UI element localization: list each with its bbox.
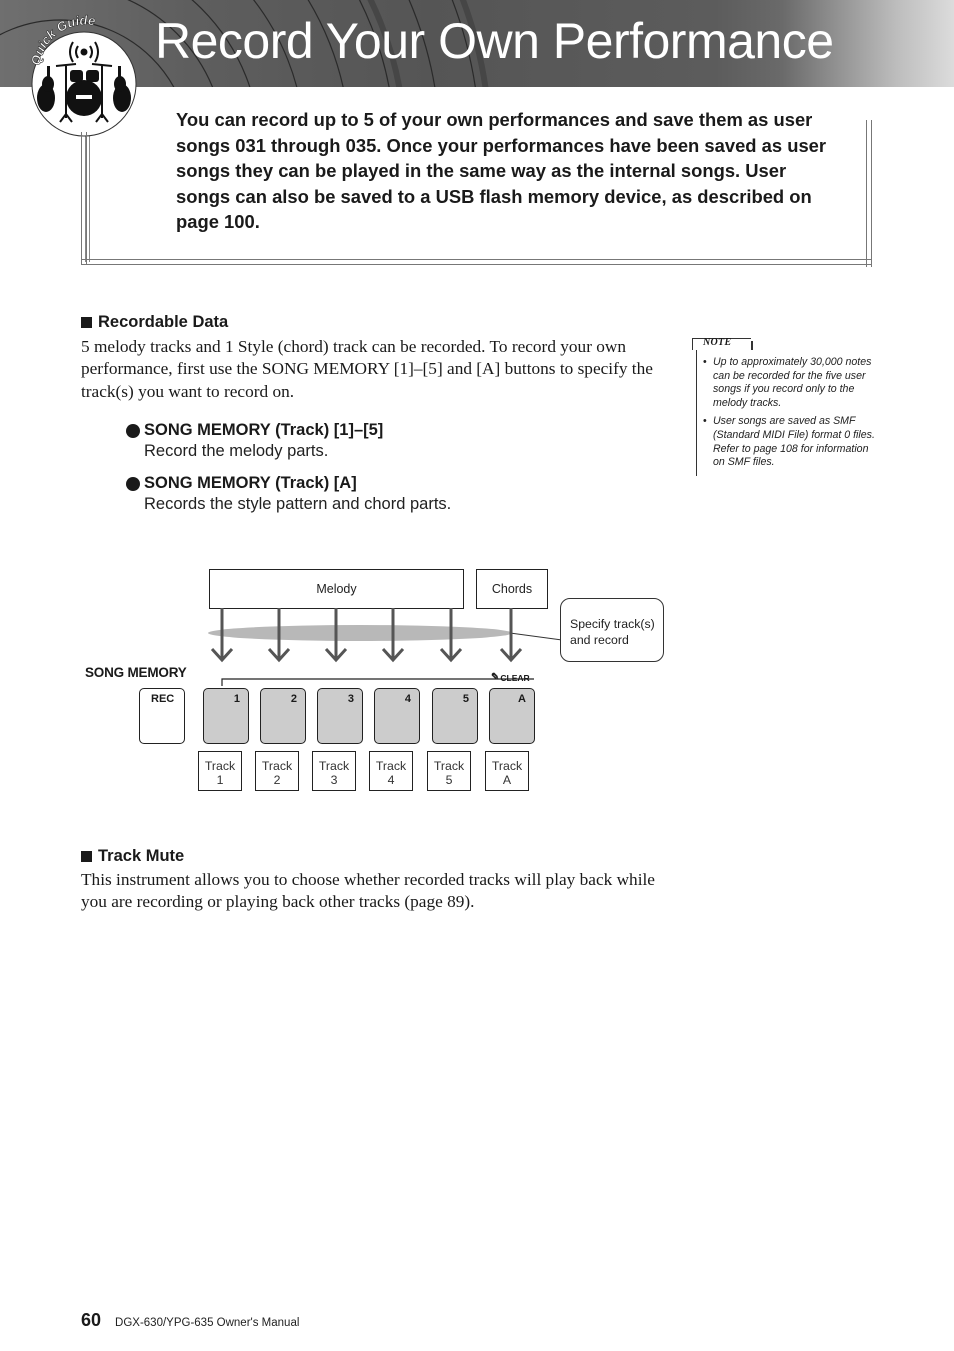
button-label: A <box>518 693 526 705</box>
song-memory-button-3[interactable]: 3 <box>317 688 363 744</box>
down-arrow-icon <box>439 608 463 663</box>
bullet-item: SONG MEMORY (Track) [A] Records the styl… <box>126 474 451 514</box>
track-label-line2: 5 <box>445 773 453 787</box>
section-heading-text: Recordable Data <box>98 313 229 331</box>
box-border-bottom <box>81 259 872 265</box>
chords-label: Chords <box>491 582 533 596</box>
bullet-description: Record the melody parts. <box>144 442 329 460</box>
clear-label: ✎ CLEAR <box>491 672 530 683</box>
note-item: Up to approximately 30,000 notes can be … <box>703 356 875 410</box>
circle-bullet-icon <box>126 476 140 491</box>
song-memory-button-1[interactable]: 1 <box>203 688 249 744</box>
bullet-item: SONG MEMORY (Track) [1]–[5] Record the m… <box>126 421 383 461</box>
square-bullet-icon <box>81 317 92 328</box>
section-heading-recordable-data: Recordable Data <box>81 313 228 332</box>
page-title: Record Your Own Performance <box>155 13 834 69</box>
section-heading-text: Track Mute <box>98 847 185 865</box>
bullet-title: SONG MEMORY (Track) [1]–[5] <box>144 421 384 439</box>
quick-guide-logo: Quick Guide <box>28 12 137 137</box>
selection-ellipse <box>208 625 512 641</box>
down-arrow-icon <box>381 608 405 663</box>
down-arrow-icon <box>210 608 234 663</box>
track-label-line1: Track <box>204 759 236 773</box>
track-label: Track 2 <box>255 751 299 791</box>
chords-box: Chords <box>476 569 548 609</box>
song-memory-button-5[interactable]: 5 <box>432 688 478 744</box>
song-memory-button-2[interactable]: 2 <box>260 688 306 744</box>
pencil-icon: ✎ <box>491 672 500 683</box>
button-label: 4 <box>404 693 411 705</box>
track-label: Track 3 <box>312 751 356 791</box>
section-heading-track-mute: Track Mute <box>81 847 184 866</box>
track-label-line2: 2 <box>273 773 281 787</box>
track-label: Track 4 <box>369 751 413 791</box>
page-footer: 60 DGX-630/YPG-635 Owner's Manual <box>81 1310 299 1331</box>
track-label: Track 1 <box>198 751 242 791</box>
song-memory-button-4[interactable]: 4 <box>374 688 420 744</box>
button-label: 5 <box>462 693 469 705</box>
button-label: 1 <box>233 693 240 705</box>
page-number: 60 <box>81 1310 102 1330</box>
intro-text: You can record up to 5 of your own perfo… <box>176 109 827 233</box>
song-memory-label: SONG MEMORY <box>85 665 187 680</box>
square-bullet-icon <box>81 851 92 862</box>
manual-title: DGX-630/YPG-635 Owner's Manual <box>115 1317 300 1329</box>
header-banner: Record Your Own Performance <box>0 0 954 87</box>
bullet-description: Records the style pattern and chord part… <box>144 495 452 513</box>
box-border-right <box>866 120 872 267</box>
track-label-line1: Track <box>491 759 523 773</box>
song-memory-button-a[interactable]: A <box>489 688 535 744</box>
melody-box: Melody <box>209 569 464 609</box>
recordable-data-body: 5 melody tracks and 1 Style (chord) trac… <box>81 337 653 401</box>
rec-button[interactable]: REC <box>139 688 185 744</box>
track-label-line1: Track <box>318 759 350 773</box>
track-label-line2: 4 <box>387 773 395 787</box>
callout-specify-track: Specify track(s) and record <box>560 598 664 662</box>
track-label-line2: 1 <box>216 773 224 787</box>
down-arrow-icon <box>499 608 523 663</box>
button-label: 2 <box>290 693 297 705</box>
track-label: Track A <box>485 751 529 791</box>
melody-label: Melody <box>316 582 357 596</box>
button-label: 3 <box>347 693 354 705</box>
circle-bullet-icon <box>126 423 140 438</box>
box-border-left <box>81 132 87 265</box>
track-label-line1: Track <box>375 759 407 773</box>
bullet-title: SONG MEMORY (Track) [A] <box>144 474 357 492</box>
rec-button-label: REC <box>151 693 175 705</box>
note-rule <box>696 350 697 476</box>
note-tag-tick <box>751 341 753 350</box>
note-item: User songs are saved as SMF (Standard MI… <box>703 415 875 469</box>
track-label-line1: Track <box>433 759 465 773</box>
track-label-line1: Track <box>261 759 293 773</box>
clear-bracket <box>221 678 534 686</box>
clear-text: CLEAR <box>500 672 530 683</box>
note-tag: NOTE <box>692 337 753 350</box>
note-list: Up to approximately 30,000 notes can be … <box>703 356 875 475</box>
down-arrow-icon <box>267 608 291 663</box>
track-label-line2: 3 <box>330 773 338 787</box>
track-mute-body: This instrument allows you to choose whe… <box>81 870 655 912</box>
note-label: NOTE <box>703 337 732 348</box>
callout-leader <box>509 632 563 641</box>
track-label: Track 5 <box>427 751 471 791</box>
track-label-line2: A <box>502 773 512 787</box>
down-arrow-icon <box>324 608 348 663</box>
